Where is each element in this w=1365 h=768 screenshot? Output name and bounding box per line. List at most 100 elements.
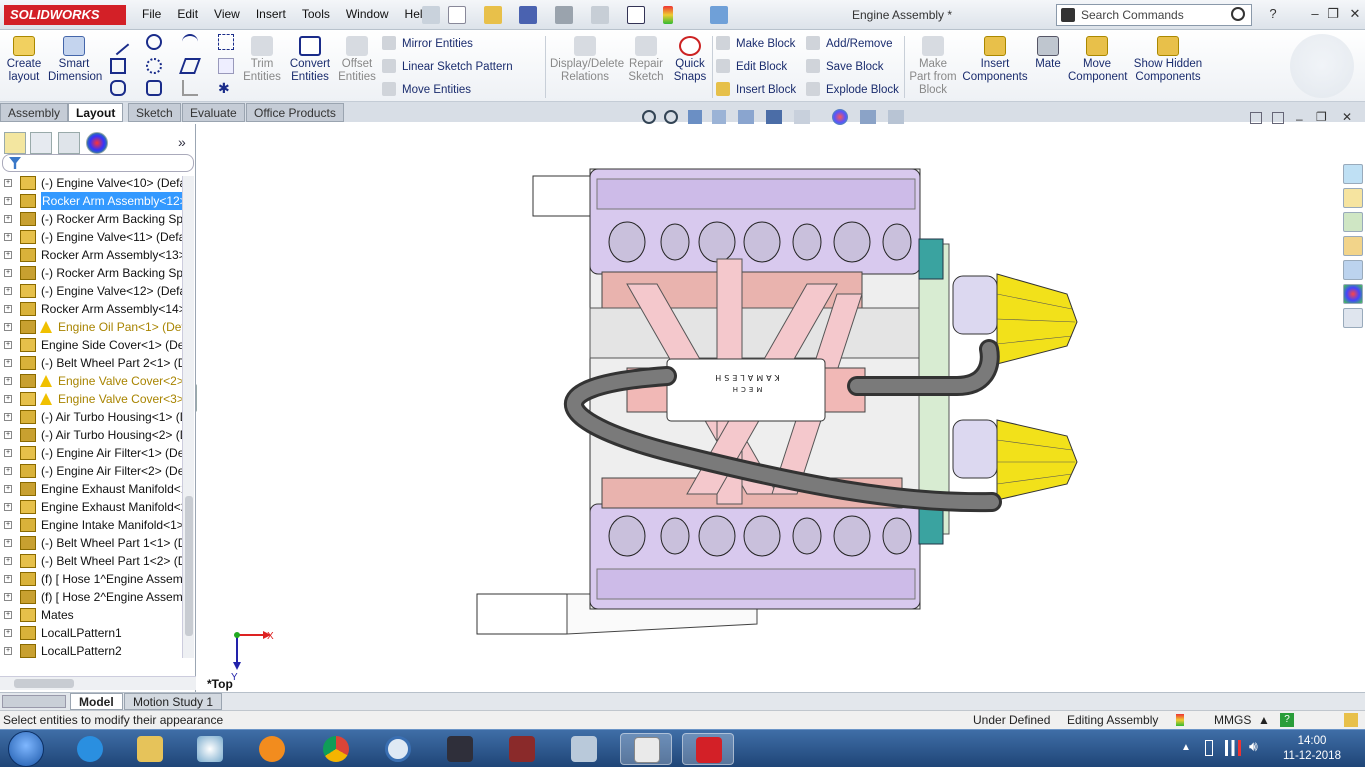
tree-expand-icon[interactable]: + [4, 449, 12, 457]
quick-tips-icon[interactable]: ? [1280, 713, 1294, 727]
viewport-restore-button[interactable]: ❐ [1316, 110, 1327, 124]
select-arrow-icon[interactable] [627, 6, 645, 24]
configuration-manager-tab-icon[interactable] [58, 132, 80, 154]
tree-item[interactable]: + (-) Air Turbo Housing<1> (Default<<De [0, 408, 182, 426]
tree-item[interactable]: + (-) Rocker Arm Backing Spring<12> (Def [0, 264, 182, 282]
taskbar-media-player[interactable] [434, 733, 486, 765]
tree-expand-icon[interactable]: + [4, 647, 12, 655]
search-icon[interactable] [1231, 7, 1245, 21]
tree-horizontal-scrollbar[interactable] [0, 676, 196, 690]
tree-item[interactable]: + LocalLPattern1 [0, 624, 182, 642]
file-explorer-icon[interactable] [1343, 236, 1363, 256]
solidworks-resources-icon[interactable] [1343, 164, 1363, 184]
apply-scene-icon[interactable] [860, 110, 876, 124]
tree-item[interactable]: + Rocker Arm Assembly<13> (Default<Disp [0, 246, 182, 264]
tree-expand-icon[interactable]: + [4, 593, 12, 601]
taskbar-uc-browser[interactable] [246, 733, 298, 765]
tab-evaluate[interactable]: Evaluate [182, 103, 245, 122]
menu-window[interactable]: Window [338, 7, 397, 21]
circle-icon[interactable] [146, 34, 162, 50]
save-icon[interactable] [519, 6, 537, 24]
viewport-split-icon[interactable] [1272, 112, 1284, 124]
tree-expand-icon[interactable]: + [4, 395, 12, 403]
tab-motion-study-1[interactable]: Motion Study 1 [124, 693, 223, 710]
appearances-icon[interactable] [1343, 284, 1363, 304]
viewport-minimize-button[interactable]: – [1296, 112, 1303, 126]
linear-sketch-pattern-button[interactable]: Linear Sketch Pattern [382, 59, 513, 73]
close-button[interactable]: ✕ [1346, 6, 1364, 22]
tree-expand-icon[interactable]: + [4, 197, 12, 205]
custom-properties-icon[interactable] [1343, 308, 1363, 328]
battery-icon[interactable] [1205, 740, 1213, 756]
units-selector[interactable]: MMGS [1214, 711, 1251, 729]
tree-expand-icon[interactable]: + [4, 467, 12, 475]
taskbar-webcam[interactable] [372, 733, 424, 765]
feature-tree-tab-icon[interactable] [4, 132, 26, 154]
edit-appearance-icon[interactable] [832, 109, 848, 125]
zoom-to-fit-icon[interactable] [642, 110, 656, 124]
tab-assembly[interactable]: Assembly [0, 103, 69, 122]
show-hidden-components-button[interactable]: Show Hidden Components [1132, 34, 1204, 84]
tree-expand-icon[interactable]: + [4, 251, 12, 259]
tree-expand-icon[interactable]: + [4, 539, 12, 547]
offset-on-surface-icon[interactable] [182, 80, 198, 96]
tree-item[interactable]: + (-) Engine Air Filter<1> (Default<<Def [0, 444, 182, 462]
move-component-button[interactable]: Move Component [1068, 34, 1127, 84]
tree-expand-icon[interactable]: + [4, 233, 12, 241]
help-icon[interactable]: ? [1264, 6, 1282, 22]
rebuild-status-icon[interactable] [1176, 714, 1184, 726]
make-part-from-block-button[interactable]: Make Part from Block [908, 34, 958, 97]
taskbar-solidworks[interactable] [682, 733, 734, 765]
tab-sketch[interactable]: Sketch [128, 103, 181, 122]
quick-snaps-button[interactable]: Quick Snaps [670, 34, 710, 84]
move-entities-button[interactable]: Move Entities [382, 82, 471, 96]
graphics-area[interactable]: KAMALESH MECH X Y [197, 124, 1341, 692]
tree-item[interactable]: + (-) Engine Valve<10> (Default<<Default> [0, 174, 182, 192]
tree-expand-icon[interactable]: + [4, 179, 12, 187]
tree-expand-icon[interactable]: + [4, 269, 12, 277]
tree-item[interactable]: + Rocker Arm Assembly<12> (Default<Disp [0, 192, 182, 210]
offset-entities-button[interactable]: Offset Entities [338, 34, 376, 84]
tree-item[interactable]: + (-) Rocker Arm Backing Spring<11> (Def [0, 210, 182, 228]
tree-item[interactable]: + Engine Oil Pan<1> (Default<<Default> [0, 318, 182, 336]
rectangle-icon[interactable] [110, 58, 126, 74]
viewport-close-button[interactable]: ✕ [1342, 110, 1352, 124]
make-block-button[interactable]: Make Block [716, 36, 795, 50]
windows-start-button[interactable] [8, 731, 44, 767]
file-properties-icon[interactable] [710, 6, 728, 24]
fillet-icon[interactable] [146, 80, 162, 96]
tree-expand-icon[interactable]: + [4, 521, 12, 529]
tree-expand-icon[interactable]: + [4, 341, 12, 349]
display-manager-tab-icon[interactable] [86, 132, 108, 154]
tree-vertical-scrollbar[interactable] [182, 176, 194, 658]
smart-dimension-button[interactable]: Smart Dimension [48, 34, 102, 84]
tree-item[interactable]: + Rocker Arm Assembly<14> (Default<Disp [0, 300, 182, 318]
units-dropdown-icon[interactable]: ▲ [1258, 711, 1270, 729]
tree-expand-icon[interactable]: + [4, 323, 12, 331]
tree-item[interactable]: + Engine Side Cover<1> (Default<<Default [0, 336, 182, 354]
explode-block-button[interactable]: Explode Block [806, 82, 899, 96]
menu-view[interactable]: View [206, 7, 248, 21]
tree-item[interactable]: + (f) [ Hose 2^Engine Assembly ]<1> (De [0, 588, 182, 606]
slot-icon[interactable] [110, 80, 126, 96]
undo-icon[interactable] [591, 6, 609, 24]
tree-item[interactable]: + (f) [ Hose 1^Engine Assembly ]<1> (De [0, 570, 182, 588]
tree-item[interactable]: + Engine Valve Cover<2> (Default<<Defa [0, 372, 182, 390]
taskbar-game[interactable] [496, 733, 548, 765]
rebuild-traffic-light-icon[interactable] [663, 6, 673, 24]
tree-item[interactable]: + (-) Engine Valve<11> (Default<<Default> [0, 228, 182, 246]
taskbar-paint[interactable] [184, 733, 236, 765]
mirror-entities-button[interactable]: Mirror Entities [382, 36, 473, 50]
tree-expand-icon[interactable]: + [4, 215, 12, 223]
repair-sketch-button[interactable]: Repair Sketch [626, 34, 666, 84]
point-icon[interactable]: ✱ [218, 80, 234, 96]
tree-item[interactable]: + (-) Belt Wheel Part 1<1> (Default<<De [0, 534, 182, 552]
display-style-icon[interactable] [766, 110, 782, 124]
insert-block-button[interactable]: Insert Block [716, 82, 796, 96]
menu-tools[interactable]: Tools [294, 7, 338, 21]
print-icon[interactable] [555, 6, 573, 24]
taskbar-file-explorer[interactable] [124, 733, 176, 765]
edit-block-button[interactable]: Edit Block [716, 59, 787, 73]
volume-icon[interactable]: 🔊︎ [1249, 738, 1258, 755]
tree-expand-icon[interactable]: + [4, 305, 12, 313]
